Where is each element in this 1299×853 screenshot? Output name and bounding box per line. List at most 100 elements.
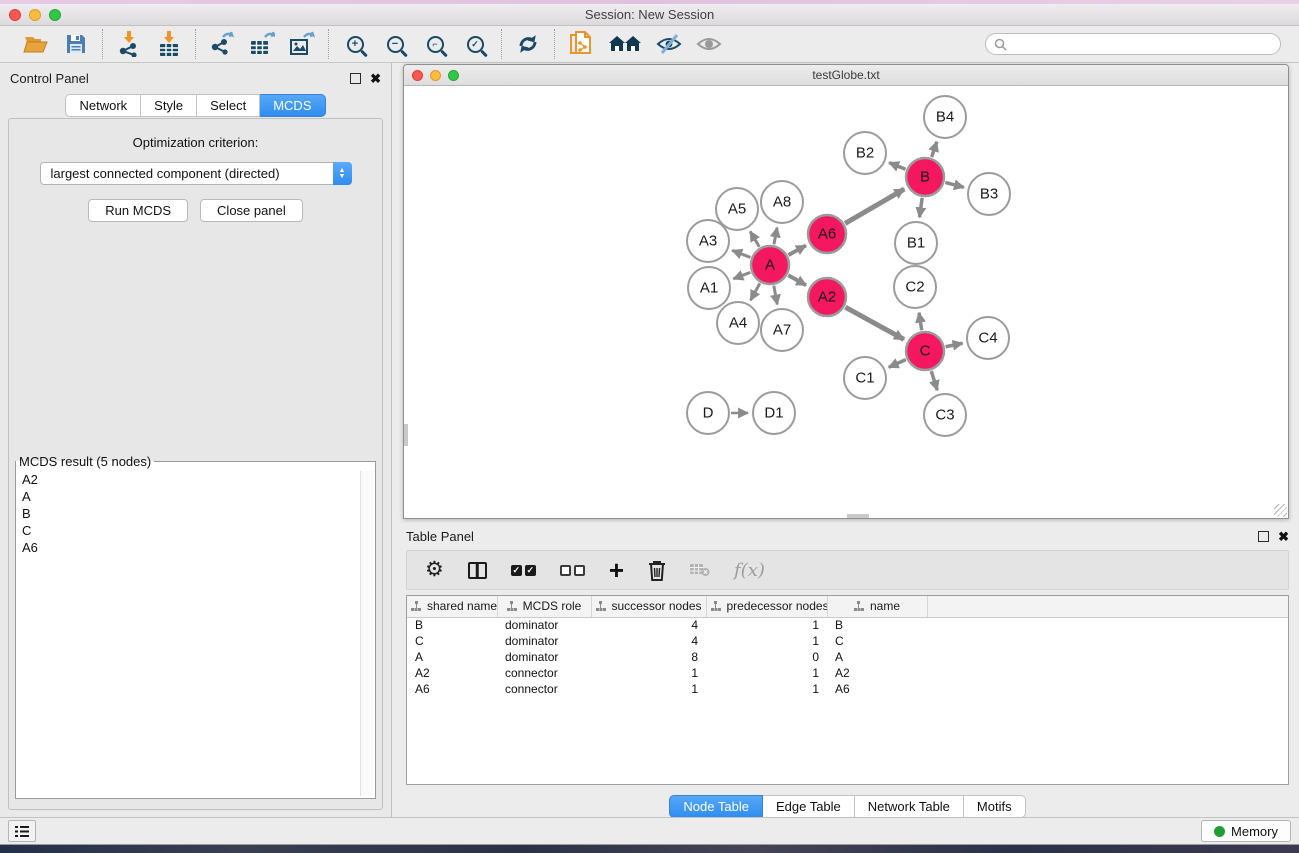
result-item[interactable]: C [18, 522, 360, 539]
tab-motifs[interactable]: Motifs [964, 795, 1026, 818]
network-window-titlebar[interactable]: testGlobe.txt [404, 65, 1288, 86]
network-vscroll-indicator[interactable] [404, 424, 408, 446]
table-cell[interactable]: A [407, 649, 497, 665]
show-column-icon[interactable] [468, 558, 487, 582]
node-B[interactable]: B [906, 158, 944, 196]
edge-C-C2[interactable] [919, 313, 922, 331]
import-network-icon[interactable] [116, 31, 142, 57]
table-cell[interactable]: C [827, 633, 927, 649]
table-float-icon[interactable] [1258, 531, 1269, 542]
add-column-icon[interactable]: + [609, 558, 624, 582]
node-A7[interactable]: A7 [761, 309, 803, 351]
node-D1[interactable]: D1 [753, 392, 795, 434]
import-table-icon[interactable] [156, 31, 182, 57]
edge-A-A4[interactable] [751, 283, 760, 300]
table-cell[interactable]: 4 [591, 617, 706, 633]
table-cell[interactable]: A6 [827, 681, 927, 697]
search-input[interactable] [1007, 37, 1272, 51]
table-row[interactable]: A2connector11A2 [407, 665, 1288, 681]
edge-A-A1[interactable] [733, 272, 750, 278]
edge-C-C4[interactable] [946, 343, 963, 347]
zoom-fit-icon[interactable]: ⌐ [422, 31, 448, 57]
node-A2[interactable]: A2 [808, 278, 846, 316]
open-file-icon[interactable] [23, 31, 49, 57]
node-A[interactable]: A [751, 246, 789, 284]
table-cell[interactable]: 1 [591, 665, 706, 681]
table-row[interactable]: A6connector11A6 [407, 681, 1288, 697]
node-A1[interactable]: A1 [688, 267, 730, 309]
hide-selected-eye-icon[interactable] [656, 31, 682, 57]
export-network-icon[interactable] [209, 31, 235, 57]
result-list-scrollbar[interactable] [360, 471, 373, 796]
node-A4[interactable]: A4 [717, 302, 759, 344]
edge-B-B4[interactable] [932, 142, 937, 157]
network-canvas[interactable]: B4B2BB3A5A8A6A3B1AA1C2A2A4A7C4CC1C3DD1 [404, 86, 1288, 518]
node-D[interactable]: D [687, 392, 729, 434]
edge-B-B1[interactable] [920, 198, 923, 217]
table-cell[interactable]: A6 [407, 681, 497, 697]
edge-B-B3[interactable] [945, 182, 964, 187]
node-A3[interactable]: A3 [687, 220, 729, 262]
table-cell[interactable]: 1 [706, 681, 827, 697]
node-B3[interactable]: B3 [968, 173, 1010, 215]
network-resize-grip[interactable] [1274, 504, 1287, 517]
table-cell[interactable]: dominator [497, 633, 591, 649]
optimization-criterion-dropdown[interactable]: largest connected component (directed) ▲… [40, 162, 352, 185]
column-header[interactable]: predecessor nodes [706, 596, 827, 617]
table-settings-gear-icon[interactable]: ⚙ [425, 558, 444, 582]
table-cell[interactable]: connector [497, 681, 591, 697]
table-cell[interactable]: dominator [497, 617, 591, 633]
zoom-in-icon[interactable]: + [342, 31, 368, 57]
node-C4[interactable]: C4 [967, 317, 1009, 359]
edge-A-A7[interactable] [774, 286, 777, 305]
tab-node-table[interactable]: Node Table [669, 795, 763, 818]
table-row[interactable]: Bdominator41B [407, 617, 1288, 633]
tab-mcds[interactable]: MCDS [260, 94, 325, 117]
table-cell[interactable]: A [827, 649, 927, 665]
result-item[interactable]: B [18, 505, 360, 522]
delete-column-icon[interactable] [648, 558, 666, 582]
tab-network[interactable]: Network [65, 94, 141, 117]
close-panel-icon[interactable]: ✖ [370, 73, 381, 84]
table-cell[interactable]: 8 [591, 649, 706, 665]
save-session-icon[interactable] [63, 31, 89, 57]
table-cell[interactable]: A2 [407, 665, 497, 681]
table-cell[interactable]: 4 [591, 633, 706, 649]
table-cell[interactable]: 1 [706, 617, 827, 633]
node-C[interactable]: C [906, 332, 944, 370]
table-row[interactable]: Cdominator41C [407, 633, 1288, 649]
column-header[interactable]: successor nodes [591, 596, 706, 617]
edge-C-C1[interactable] [889, 360, 906, 368]
table-cell[interactable]: C [407, 633, 497, 649]
table-cell[interactable]: connector [497, 665, 591, 681]
memory-button[interactable]: Memory [1201, 820, 1291, 842]
home-icon[interactable] [608, 31, 642, 57]
show-all-eye-icon[interactable] [696, 31, 722, 57]
edge-A-A6[interactable] [788, 245, 805, 255]
zoom-out-icon[interactable]: − [382, 31, 408, 57]
table-cell[interactable]: A2 [827, 665, 927, 681]
table-cell[interactable]: 1 [591, 681, 706, 697]
run-mcds-button[interactable]: Run MCDS [88, 199, 188, 222]
tab-select[interactable]: Select [197, 94, 260, 117]
node-A8[interactable]: A8 [761, 181, 803, 223]
node-B4[interactable]: B4 [924, 96, 966, 138]
table-cell[interactable]: dominator [497, 649, 591, 665]
export-table-icon[interactable] [249, 31, 275, 57]
network-hscroll-indicator[interactable] [847, 514, 869, 518]
edge-A6-B[interactable] [845, 189, 904, 223]
node-B1[interactable]: B1 [895, 222, 937, 264]
node-A6[interactable]: A6 [808, 215, 846, 253]
column-header[interactable]: name [827, 596, 927, 617]
table-cell[interactable]: 1 [706, 633, 827, 649]
node-B2[interactable]: B2 [844, 132, 886, 174]
table-close-icon[interactable]: ✖ [1278, 531, 1289, 542]
edge-A-A3[interactable] [732, 250, 750, 257]
result-item[interactable]: A2 [18, 471, 360, 488]
table-cell[interactable]: 0 [706, 649, 827, 665]
table-cell[interactable]: 1 [706, 665, 827, 681]
node-C1[interactable]: C1 [844, 357, 886, 399]
table-row[interactable]: Adominator80A [407, 649, 1288, 665]
result-item[interactable]: A [18, 488, 360, 505]
export-image-icon[interactable] [289, 31, 315, 57]
